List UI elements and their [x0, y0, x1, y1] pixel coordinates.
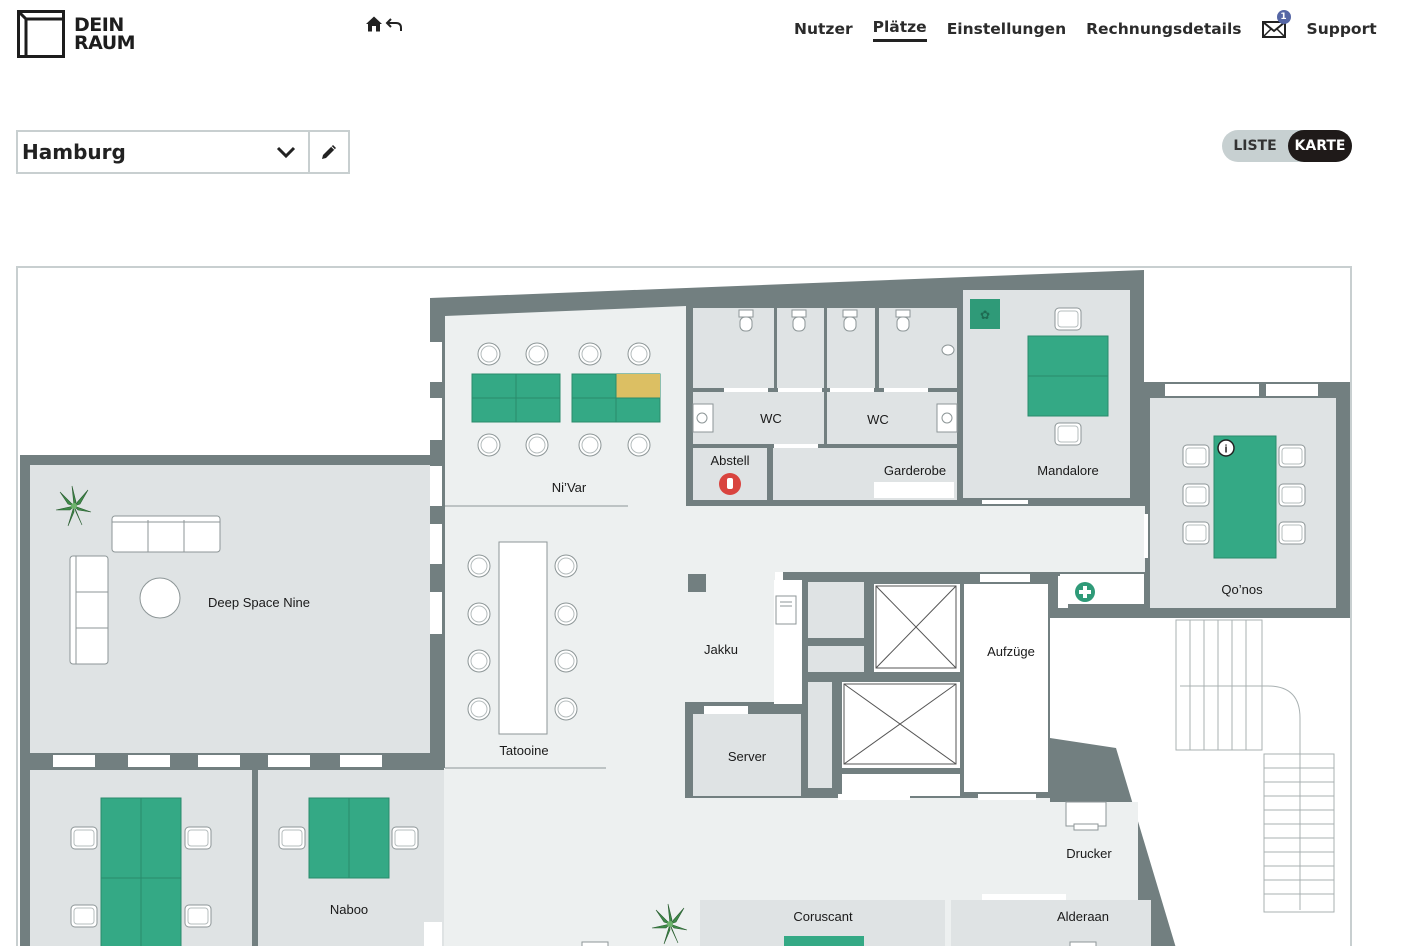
nav-support[interactable]: Support [1307, 20, 1377, 41]
pencil-icon [322, 145, 336, 159]
home-icon[interactable] [365, 15, 383, 33]
room-tatooine[interactable]: Tatooine [499, 743, 548, 758]
mail-button[interactable]: 1 [1261, 10, 1291, 41]
back-arrow-icon[interactable] [385, 15, 403, 33]
room-server: Server [728, 749, 767, 764]
home-nav [365, 15, 403, 33]
room-wc-1: WC [760, 411, 782, 426]
room-wc-2: WC [867, 412, 889, 427]
room-nivar[interactable]: Ni’Var [552, 480, 587, 495]
view-toggle: LISTE KARTE [1222, 130, 1352, 162]
room-mandalore[interactable]: Mandalore [1037, 463, 1098, 478]
location-dropdown-toggle[interactable] [264, 132, 308, 172]
toggle-liste[interactable]: LISTE [1222, 130, 1288, 162]
room-abstell: Abstell [710, 453, 749, 468]
svg-text:i: i [1224, 444, 1227, 456]
location-value[interactable]: Hamburg [18, 132, 264, 172]
room-naboo[interactable]: Naboo [330, 902, 368, 917]
floor-plan: ✿ i Ni’Var WC WC Abstell Garderobe Manda… [20, 270, 1350, 946]
nav-einstellungen[interactable]: Einstellungen [947, 20, 1066, 41]
nav-plaetze[interactable]: Plätze [872, 18, 927, 42]
room-drucker: Drucker [1066, 846, 1112, 861]
svg-text:✿: ✿ [980, 308, 990, 322]
edit-location-button[interactable] [308, 132, 348, 172]
floor-map[interactable]: ✿ i Ni’Var WC WC Abstell Garderobe Manda… [16, 266, 1352, 946]
chevron-down-icon [276, 146, 296, 159]
room-deep-space-nine[interactable]: Deep Space Nine [208, 595, 310, 610]
mail-badge: 1 [1276, 10, 1291, 24]
room-garderobe: Garderobe [884, 463, 946, 478]
room-coruscant[interactable]: Coruscant [793, 909, 853, 924]
main-nav: Nutzer Plätze Einstellungen Rechnungsdet… [794, 10, 1397, 42]
room-qonos[interactable]: Qo’nos [1221, 582, 1263, 597]
logo[interactable]: DEIN RAUM [17, 10, 136, 58]
nav-nutzer[interactable]: Nutzer [794, 20, 853, 41]
room-alderaan[interactable]: Alderaan [1057, 909, 1109, 924]
location-select[interactable]: Hamburg [16, 130, 350, 174]
logo-text: DEIN RAUM [74, 16, 136, 54]
logo-line-2: RAUM [74, 32, 136, 54]
room-jakku[interactable]: Jakku [704, 642, 738, 657]
logo-icon [17, 10, 65, 58]
room-aufzuege: Aufzüge [987, 644, 1035, 659]
toggle-karte[interactable]: KARTE [1288, 130, 1352, 162]
nav-rechnungsdetails[interactable]: Rechnungsdetails [1086, 20, 1241, 41]
